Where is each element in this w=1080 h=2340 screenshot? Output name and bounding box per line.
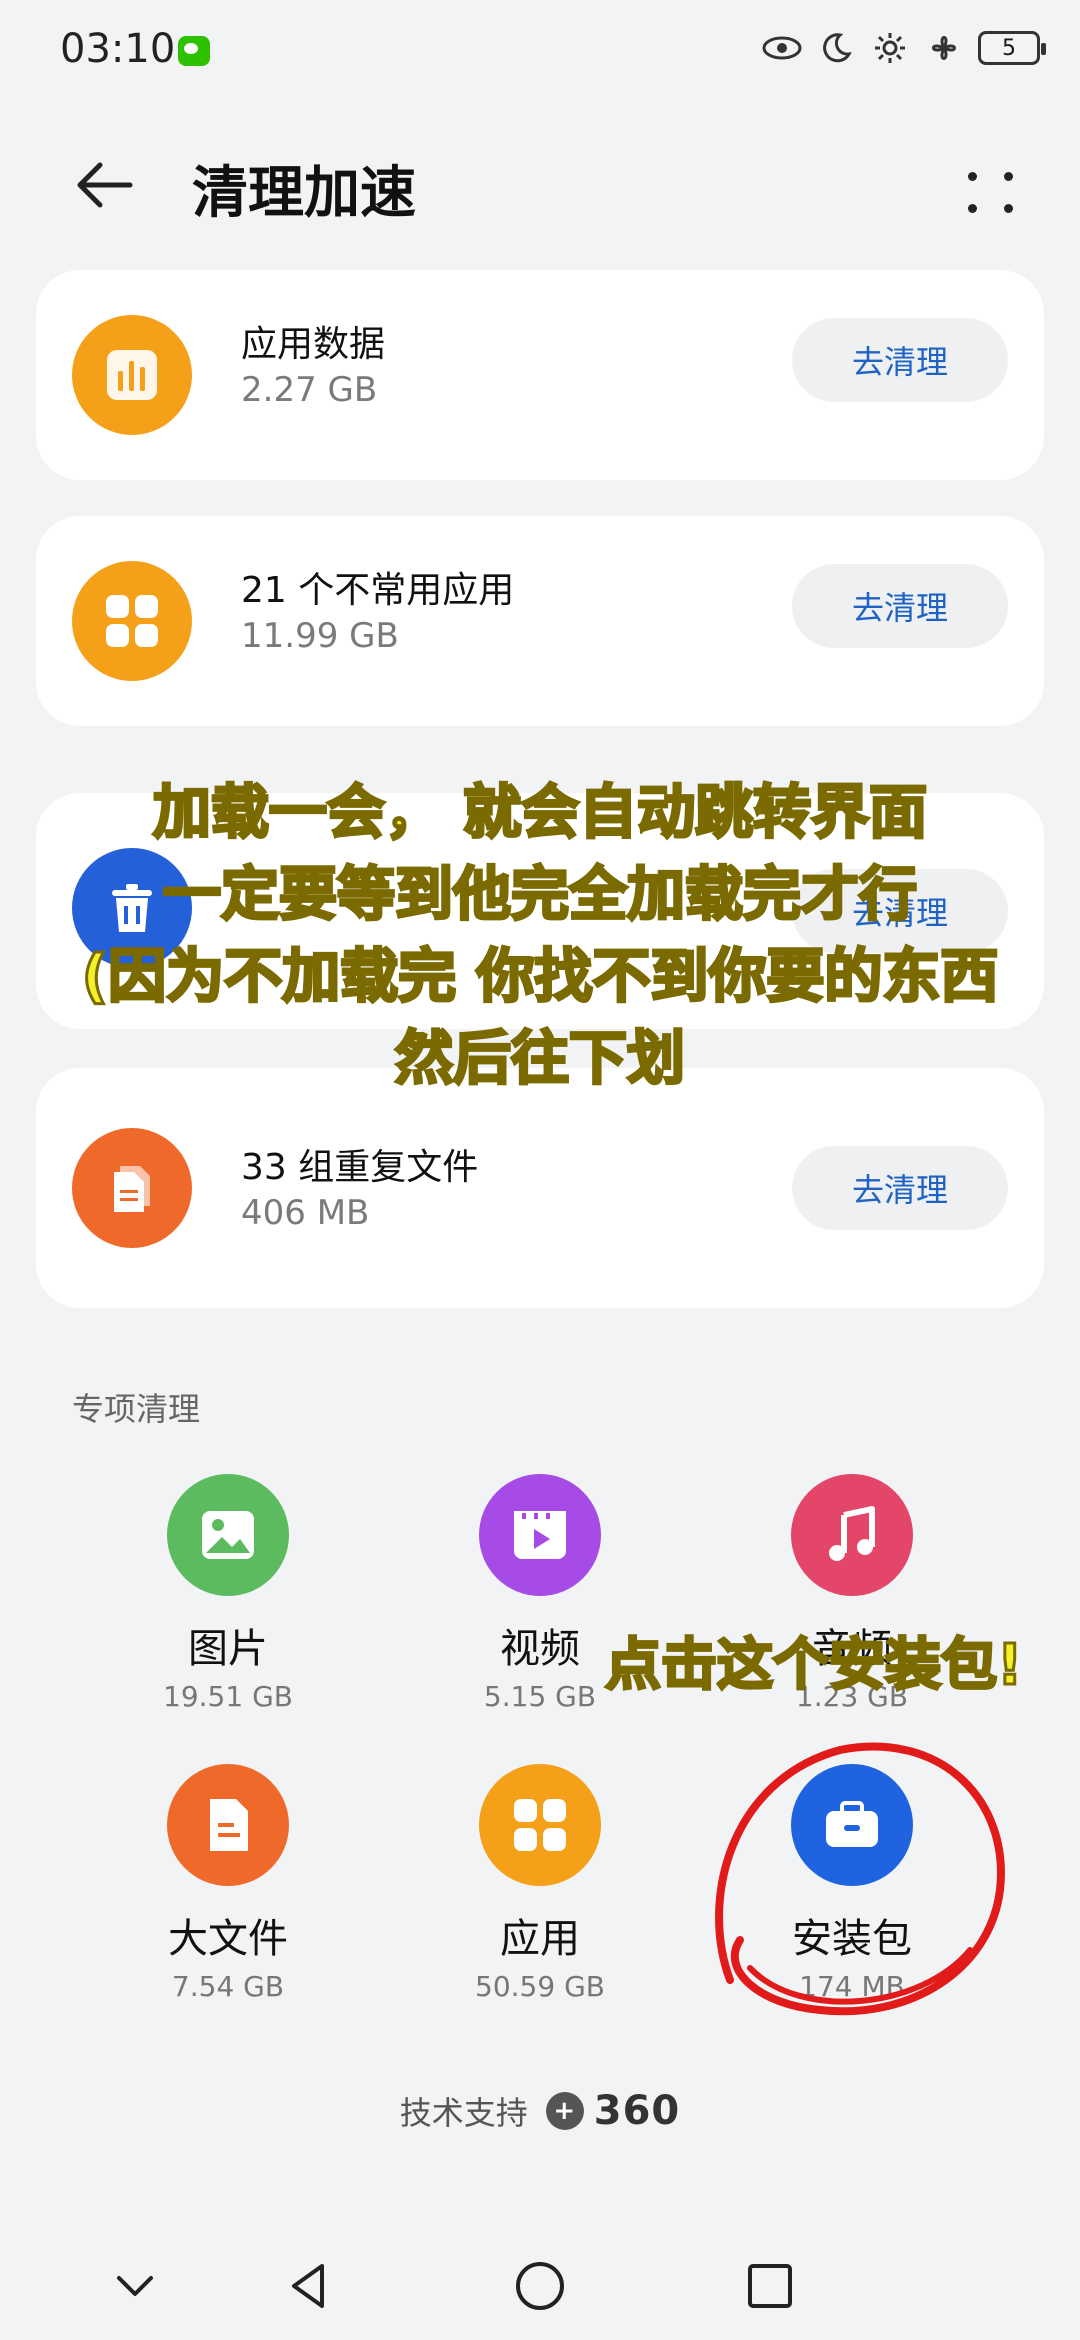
- brand-logo: + 360: [545, 2088, 681, 2134]
- card-title: 应用数据: [241, 324, 386, 365]
- category-images[interactable]: 图片 19.51 GB: [78, 1474, 378, 1713]
- apps-grid-icon: [72, 561, 192, 681]
- category-label: 应用: [500, 1916, 580, 1962]
- card-duplicate-files[interactable]: 33 组重复文件 406 MB 去清理: [36, 1068, 1044, 1308]
- annotation-line: 加载一会， 就会自动跳转界面: [151, 777, 928, 848]
- annotation-line: 然后往下划: [393, 1023, 686, 1094]
- card-unused-apps[interactable]: 21 个不常用应用 11.99 GB 去清理: [36, 516, 1044, 726]
- eye-comfort-icon: [762, 30, 802, 66]
- annotation-line: 一定要等到他完全加载完才行: [161, 859, 918, 930]
- more-options-icon[interactable]: [962, 160, 1022, 220]
- image-icon: [167, 1474, 289, 1596]
- app-header: 清理加速: [0, 130, 1080, 240]
- card-size: 406 MB: [241, 1193, 370, 1233]
- music-icon: [791, 1474, 913, 1596]
- card-size: 2.27 GB: [241, 370, 378, 410]
- category-apps[interactable]: 应用 50.59 GB: [390, 1764, 690, 2003]
- battery-level: 5: [1002, 35, 1016, 61]
- 360-logo-icon: +: [545, 2092, 584, 2130]
- apps-grid-icon: [479, 1764, 601, 1886]
- moon-icon: [816, 30, 856, 66]
- card-size: 11.99 GB: [241, 616, 399, 656]
- back-arrow-icon[interactable]: [70, 150, 150, 220]
- document-icon: [167, 1764, 289, 1886]
- wechat-notification-icon: [178, 36, 210, 66]
- annotation-callout: 点击这个安装包!: [604, 1632, 1025, 1700]
- nav-back-icon[interactable]: [280, 2256, 340, 2316]
- brightness-icon: [870, 30, 910, 66]
- red-highlight-circle: [715, 1742, 1005, 2016]
- clean-button[interactable]: 去清理: [792, 564, 1008, 648]
- brand-name: 360: [593, 2088, 681, 2134]
- status-icons: 5: [762, 30, 1046, 66]
- system-nav-bar: [0, 2230, 1080, 2330]
- fan-icon: [924, 30, 964, 66]
- duplicate-file-icon: [72, 1128, 192, 1248]
- card-app-data[interactable]: 应用数据 2.27 GB 去清理: [36, 270, 1044, 480]
- annotation-line: (因为不加载完 你找不到你要的东西: [80, 941, 1000, 1012]
- status-bar: 03:10 5: [0, 0, 1080, 100]
- clean-button[interactable]: 去清理: [792, 318, 1008, 402]
- bar-chart-icon: [72, 315, 192, 435]
- category-label: 大文件: [168, 1916, 288, 1962]
- collapse-chevron-icon[interactable]: [105, 2256, 165, 2316]
- status-time: 03:10: [60, 26, 176, 72]
- nav-recents-icon[interactable]: [740, 2256, 800, 2316]
- category-size: 7.54 GB: [171, 1970, 285, 2003]
- nav-home-icon[interactable]: [510, 2256, 570, 2316]
- category-size: 19.51 GB: [163, 1680, 293, 1713]
- category-size: 50.59 GB: [475, 1970, 605, 2003]
- clean-button[interactable]: 去清理: [792, 1146, 1008, 1230]
- video-icon: [479, 1474, 601, 1596]
- card-title: 21 个不常用应用: [241, 570, 515, 611]
- category-label: 图片: [188, 1626, 268, 1672]
- category-large-files[interactable]: 大文件 7.54 GB: [78, 1764, 378, 2003]
- battery-icon: 5: [978, 31, 1046, 65]
- footer-credit: 技术支持 + 360: [0, 2088, 1080, 2134]
- footer-text: 技术支持: [399, 2094, 528, 2132]
- card-title: 33 组重复文件: [241, 1147, 479, 1188]
- page-title: 清理加速: [192, 161, 416, 226]
- section-title: 专项清理: [72, 1390, 201, 1428]
